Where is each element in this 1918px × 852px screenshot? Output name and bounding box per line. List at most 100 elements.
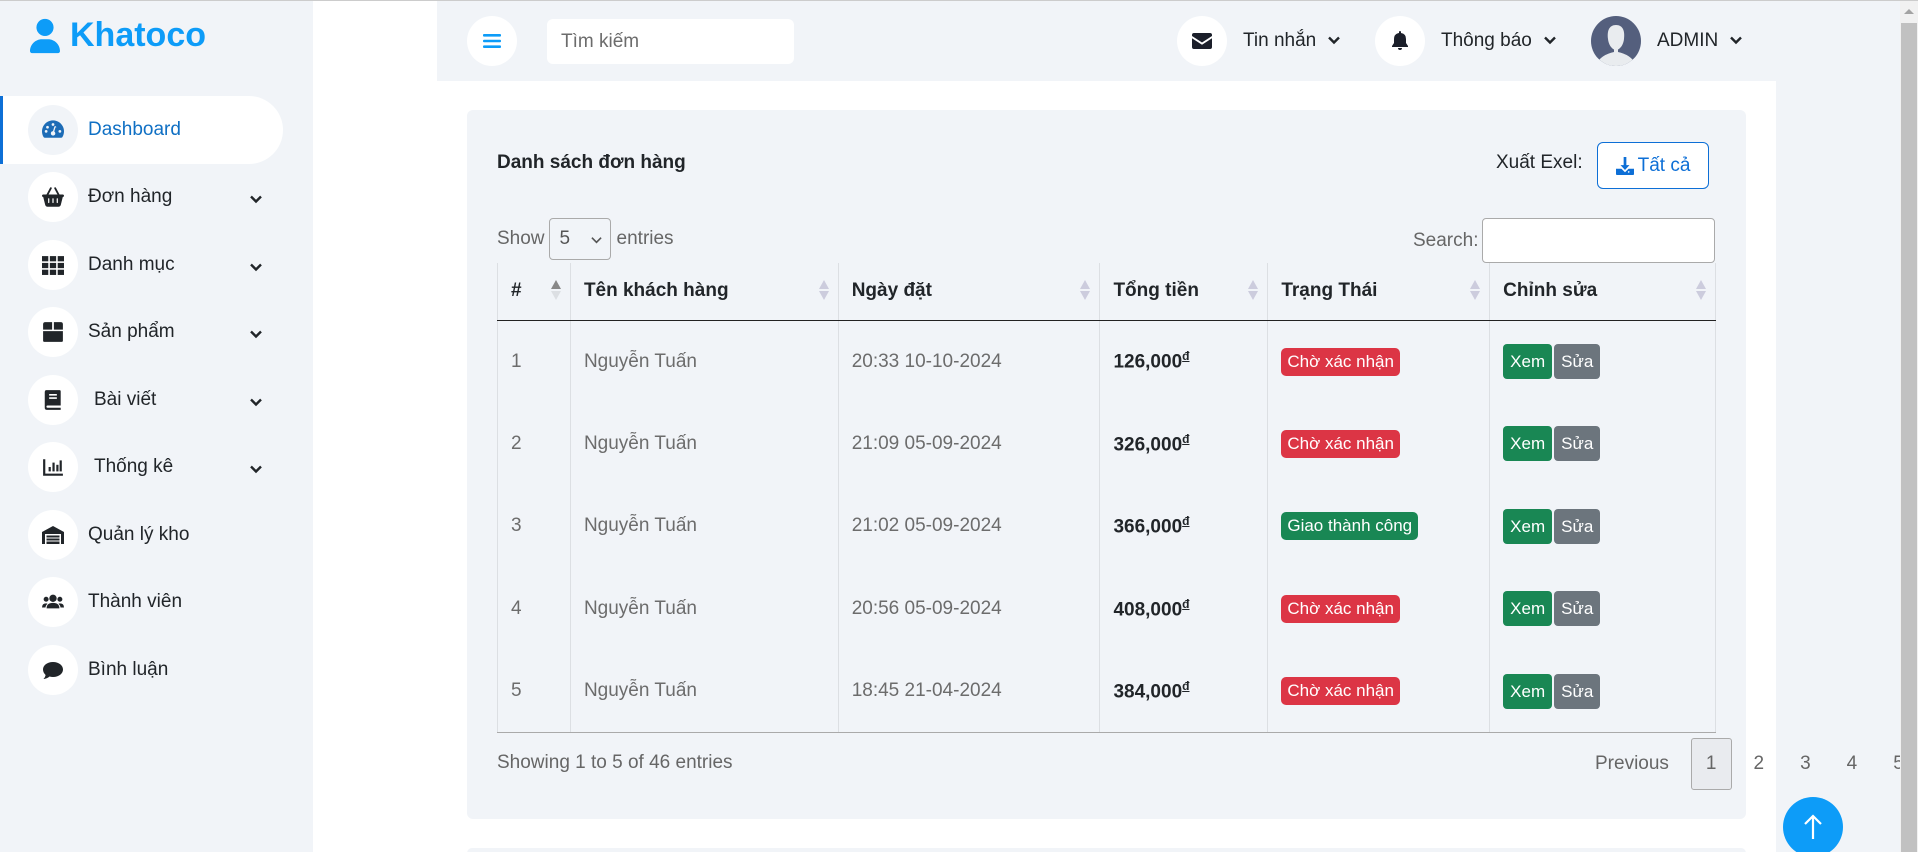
arrow-up-icon bbox=[1804, 814, 1822, 839]
cell-date: 20:56 05-09-2024 bbox=[837, 567, 1100, 650]
cell-id: 5 bbox=[497, 650, 571, 733]
brand-logo[interactable]: Khatoco bbox=[30, 16, 206, 55]
view-button[interactable]: Xem bbox=[1503, 673, 1553, 709]
menu-toggle-button[interactable] bbox=[467, 16, 517, 66]
cell-actions: Xem Sửa bbox=[1489, 650, 1716, 733]
edit-button[interactable]: Sửa bbox=[1554, 591, 1601, 627]
chevron-down-icon[interactable] bbox=[250, 461, 262, 474]
sidebar-item-members[interactable]: Thành viên bbox=[0, 569, 313, 637]
page-scrollbar[interactable] bbox=[1900, 1, 1918, 852]
edit-button[interactable]: Sửa bbox=[1554, 344, 1601, 379]
chevron-down-icon bbox=[1328, 32, 1341, 50]
chevron-down-icon[interactable] bbox=[250, 326, 262, 339]
right-gutter bbox=[1776, 81, 1900, 852]
pagination-previous[interactable]: Previous bbox=[1577, 738, 1687, 790]
top-header: Tin nhắn Thông báo ADMIN bbox=[437, 0, 1900, 81]
sidebar-item-products[interactable]: Sản phẩm bbox=[0, 299, 313, 367]
chevron-down-icon[interactable] bbox=[250, 191, 262, 204]
view-button[interactable]: Xem bbox=[1503, 344, 1553, 379]
cell-total: 408,000đ bbox=[1099, 567, 1268, 650]
next-card bbox=[467, 848, 1746, 852]
sidebar-item-comments[interactable]: Bình luận bbox=[0, 636, 313, 704]
messages-dropdown[interactable]: Tin nhắn bbox=[1177, 16, 1341, 66]
card-title: Danh sách đơn hàng bbox=[497, 152, 686, 173]
export-all-button[interactable]: Tất cả bbox=[1597, 142, 1709, 189]
cell-actions: Xem Sửa bbox=[1489, 485, 1716, 568]
cell-id: 1 bbox=[497, 320, 571, 403]
chevron-down-icon[interactable] bbox=[250, 394, 262, 406]
table-row: 4 Nguyễn Tuấn 20:56 05-09-2024 408,000đ … bbox=[497, 567, 1716, 650]
users-icon bbox=[28, 577, 78, 628]
header-search-input[interactable] bbox=[547, 19, 794, 64]
notifications-dropdown[interactable]: Thông báo bbox=[1375, 16, 1556, 66]
table-info: Showing 1 to 5 of 46 entries bbox=[497, 752, 733, 773]
sort-asc-icon bbox=[550, 280, 561, 302]
edit-button[interactable]: Sửa bbox=[1554, 508, 1601, 544]
table-row: 2 Nguyễn Tuấn 21:09 05-09-2024 326,000đ … bbox=[497, 402, 1716, 485]
sidebar-item-posts[interactable]: Bài viết bbox=[0, 366, 313, 434]
table-search-input[interactable] bbox=[1482, 218, 1716, 263]
column-header-date[interactable]: Ngày đặt bbox=[837, 263, 1100, 321]
orders-table: # Tên khách hàng Ngày đặt Tổng tiền Trạn… bbox=[497, 263, 1716, 733]
table-row: 5 Nguyễn Tuấn 18:45 21-04-2024 384,000đ … bbox=[497, 650, 1716, 733]
envelope-icon bbox=[1177, 16, 1227, 66]
edit-button[interactable]: Sửa bbox=[1554, 673, 1601, 709]
view-button[interactable]: Xem bbox=[1503, 508, 1553, 544]
cell-total: 326,000đ bbox=[1099, 402, 1268, 485]
column-header-actions[interactable]: Chỉnh sửa bbox=[1489, 263, 1716, 321]
pagination-page[interactable]: 2 bbox=[1736, 738, 1783, 790]
column-header-total[interactable]: Tổng tiền bbox=[1099, 263, 1268, 321]
sidebar-item-statistics[interactable]: Thống kê bbox=[0, 434, 313, 502]
scroll-up-arrow-icon[interactable] bbox=[1904, 9, 1914, 14]
cell-id: 4 bbox=[497, 567, 571, 650]
messages-label: Tin nhắn bbox=[1243, 30, 1317, 51]
sidebar-item-dashboard[interactable]: Dashboard bbox=[0, 96, 283, 164]
view-button[interactable]: Xem bbox=[1503, 426, 1553, 462]
cell-customer: Nguyễn Tuấn bbox=[569, 402, 839, 485]
table-header-row: # Tên khách hàng Ngày đặt Tổng tiền Trạn… bbox=[497, 263, 1716, 321]
pagination-page-current[interactable]: 1 bbox=[1690, 738, 1732, 790]
edit-button[interactable]: Sửa bbox=[1554, 426, 1601, 462]
orders-card: Danh sách đơn hàng Xuất Exel: Tất cả Sho… bbox=[467, 110, 1904, 819]
sidebar-item-orders[interactable]: Đơn hàng bbox=[0, 164, 313, 232]
column-header-status[interactable]: Trạng Thái bbox=[1267, 263, 1490, 321]
cell-customer: Nguyễn Tuấn bbox=[569, 650, 839, 733]
cell-total: 384,000đ bbox=[1099, 650, 1268, 733]
column-header-customer[interactable]: Tên khách hàng bbox=[569, 263, 839, 321]
sidebar-item-label: Đơn hàng bbox=[88, 186, 173, 208]
scrollbar-thumb[interactable] bbox=[1901, 23, 1917, 852]
export-label: Xuất Exel: bbox=[1496, 152, 1583, 173]
sidebar-item-label: Danh mục bbox=[88, 253, 175, 275]
avatar bbox=[1591, 16, 1641, 66]
cell-customer: Nguyễn Tuấn bbox=[569, 320, 839, 403]
chart-bar-icon bbox=[28, 442, 78, 493]
view-button[interactable]: Xem bbox=[1503, 591, 1553, 627]
sort-icon bbox=[1470, 280, 1481, 302]
brand-name: Khatoco bbox=[70, 16, 206, 54]
user-dropdown[interactable]: ADMIN bbox=[1591, 16, 1743, 66]
pagination-page[interactable]: 3 bbox=[1782, 738, 1829, 790]
hamburger-icon bbox=[483, 34, 501, 48]
grid-icon bbox=[28, 239, 78, 290]
sidebar-item-label: Dashboard bbox=[88, 118, 181, 140]
chevron-down-icon bbox=[1544, 32, 1556, 50]
sidebar-item-categories[interactable]: Danh mục bbox=[0, 231, 313, 299]
cell-actions: Xem Sửa bbox=[1489, 567, 1716, 650]
cell-total: 126,000đ bbox=[1099, 320, 1268, 403]
status-badge: Chờ xác nhận bbox=[1281, 594, 1400, 623]
bell-icon bbox=[1375, 16, 1425, 66]
status-badge: Chờ xác nhận bbox=[1281, 347, 1400, 376]
page-length-select[interactable]: 5 bbox=[548, 218, 611, 260]
status-badge: Chờ xác nhận bbox=[1281, 429, 1400, 458]
pagination-page[interactable]: 4 bbox=[1829, 738, 1876, 790]
sidebar-item-warehouse[interactable]: Quản lý kho bbox=[0, 501, 313, 569]
column-header-id[interactable]: # bbox=[497, 263, 571, 321]
sort-icon bbox=[1248, 280, 1259, 302]
comment-icon bbox=[28, 644, 78, 695]
show-label: Show bbox=[497, 228, 545, 249]
book-icon bbox=[28, 374, 78, 425]
cell-total: 366,000đ bbox=[1099, 485, 1268, 568]
chevron-down-icon[interactable] bbox=[250, 259, 262, 271]
scroll-to-top-button[interactable] bbox=[1783, 797, 1843, 852]
pagination: Previous 1 2 3 4 5 … 10 Next bbox=[1577, 738, 1918, 790]
